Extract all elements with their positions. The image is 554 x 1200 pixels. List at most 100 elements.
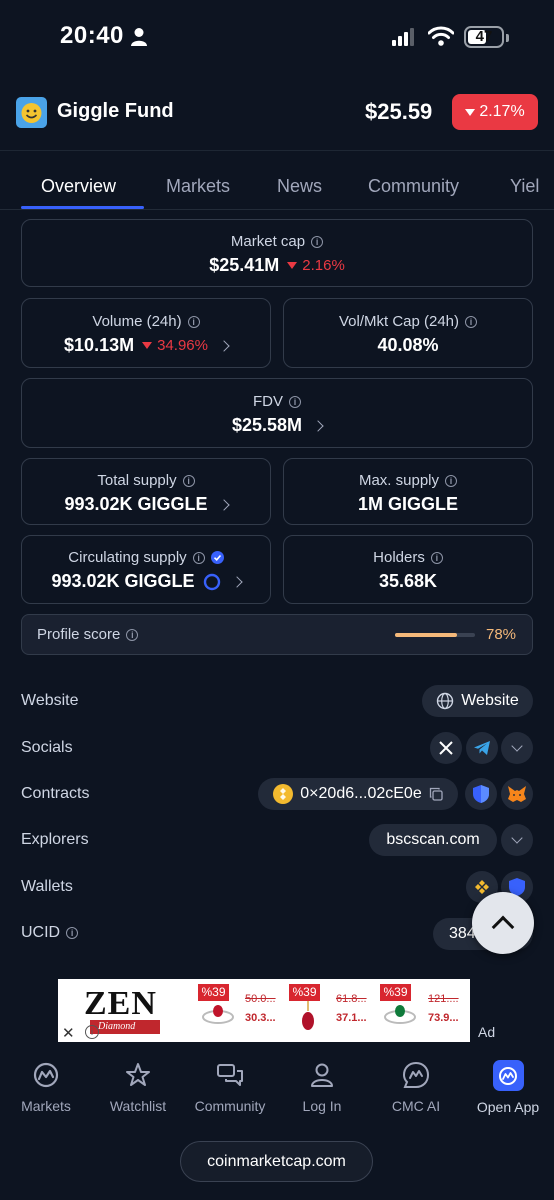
scroll-to-top-button[interactable] (472, 892, 534, 954)
supply-progress-ring-icon (203, 573, 220, 590)
nav-login-label: Log In (302, 1098, 342, 1114)
star-icon (123, 1060, 153, 1090)
fdv-label: FDV (253, 393, 283, 410)
explorers-row-label: Explorers (21, 831, 89, 848)
info-icon[interactable]: i (311, 235, 324, 248)
battery-icon: 47 (464, 26, 509, 48)
ad-close-icon[interactable]: ✕ (62, 1024, 75, 1042)
chevron-up-icon (491, 915, 515, 939)
volume-value: $10.13M (64, 335, 135, 355)
info-icon[interactable]: i (192, 551, 205, 564)
max-supply-value: 1M GIGGLE (357, 494, 458, 514)
ad-old-price: 61.8... (336, 993, 367, 1005)
nav-cmc-ai-label: CMC AI (391, 1098, 441, 1114)
ad-discount-tag: %39 (198, 984, 229, 1001)
nav-community-label: Community (194, 1098, 266, 1114)
fdv-card[interactable]: FDV i $25.58M (21, 378, 533, 448)
profile-score-value: 78% (486, 626, 517, 643)
metamask-icon[interactable] (501, 778, 533, 810)
header-divider (0, 150, 554, 151)
holders-value: 35.68K (378, 571, 438, 591)
market-cap-change: 2.16% (302, 257, 345, 274)
info-icon[interactable]: i (445, 474, 458, 487)
nav-open-app-label: Open App (476, 1099, 540, 1115)
browser-url-bar[interactable]: coinmarketcap.com (180, 1141, 373, 1182)
holders-label: Holders (373, 549, 425, 566)
socials-expand-button[interactable] (501, 732, 533, 764)
ad-brand-sub: Diamond (90, 1020, 160, 1034)
market-cap-label: Market cap (230, 233, 306, 250)
nav-open-app[interactable]: Open App (462, 1060, 554, 1115)
fdv-value: $25.58M (231, 415, 303, 435)
volume-card[interactable]: Volume (24h) i $10.13M 34.96% (21, 298, 271, 368)
ring-product-icon (202, 1005, 234, 1024)
nav-watchlist[interactable]: Watchlist (92, 1060, 184, 1114)
max-supply-label: Max. supply (358, 472, 440, 489)
status-bar: 20:40 47 (0, 0, 554, 80)
copy-icon[interactable] (429, 787, 443, 801)
info-icon[interactable]: i (182, 474, 195, 487)
cmc-ai-icon (401, 1060, 431, 1090)
circulating-supply-value: 993.02K GIGGLE (51, 571, 195, 591)
tab-community[interactable]: Community (368, 176, 459, 197)
telegram-icon[interactable] (466, 732, 498, 764)
x-twitter-icon[interactable] (430, 732, 462, 764)
socials-row-label: Socials (21, 739, 73, 756)
ad-info-icon[interactable]: i (85, 1025, 99, 1039)
status-time: 20:40 (60, 22, 124, 49)
ad-old-price: 50.0... (245, 993, 276, 1005)
user-icon (307, 1060, 337, 1090)
ad-new-price: 73.9... (428, 1012, 459, 1024)
total-supply-value: 993.02K GIGGLE (64, 494, 208, 514)
ad-label: Ad (478, 1024, 496, 1040)
ad-banner[interactable]: ZEN Diamond ✕ i %39 50.0... 30.3... %39 … (58, 979, 470, 1042)
browser-url: coinmarketcap.com (207, 1152, 346, 1170)
profile-score-fill (395, 633, 458, 637)
profile-score-track (395, 633, 475, 637)
globe-icon (437, 692, 454, 710)
tabs-divider (0, 209, 554, 210)
tab-markets[interactable]: Markets (166, 176, 230, 197)
chevron-right-icon (218, 339, 230, 352)
nav-login[interactable]: Log In (276, 1060, 368, 1114)
explorer-button-label: bscscan.com (386, 831, 480, 848)
app-icon (492, 1060, 524, 1091)
coin-logo-icon (16, 97, 47, 128)
ad-discount-tag: %39 (289, 984, 320, 1001)
tab-yield[interactable]: Yiel (510, 176, 539, 197)
tab-news[interactable]: News (277, 176, 322, 197)
chevron-down-icon (511, 740, 523, 752)
ad-brand: ZEN (84, 985, 157, 1022)
info-icon[interactable]: i (187, 315, 200, 328)
nav-community[interactable]: Community (184, 1060, 276, 1114)
total-supply-card[interactable]: Total supply i 993.02K GIGGLE (21, 458, 271, 525)
explorers-expand-button[interactable] (501, 824, 533, 856)
info-icon[interactable]: i (66, 927, 79, 939)
shield-verify-icon[interactable] (465, 778, 497, 810)
info-icon[interactable]: i (126, 628, 139, 641)
circulating-supply-card[interactable]: Circulating supply i 993.02K GIGGLE (21, 535, 271, 604)
max-supply-card: Max. supply i 1M GIGGLE (283, 458, 533, 525)
ucid-row: UCID i (21, 924, 79, 942)
chat-bubbles-icon (215, 1060, 245, 1090)
down-arrow-icon (287, 262, 298, 269)
pendant-product-icon (302, 1001, 314, 1030)
nav-cmc-ai[interactable]: CMC AI (370, 1060, 462, 1114)
ad-old-price: 121.... (428, 993, 459, 1005)
market-cap-card: Market cap i $25.41M 2.16% (21, 219, 533, 287)
info-icon[interactable]: i (465, 315, 478, 328)
coin-name: Giggle Fund (57, 100, 174, 122)
volume-change: 34.96% (157, 337, 208, 354)
profile-score-bar[interactable]: Profile score i 78% (21, 614, 533, 655)
vol-mkt-cap-label: Vol/Mkt Cap (24h) (338, 313, 460, 330)
explorer-button[interactable]: bscscan.com (369, 824, 497, 856)
battery-level: 47 (475, 28, 493, 45)
cellular-signal-icon (392, 28, 416, 46)
info-icon[interactable]: i (430, 551, 443, 564)
vol-mkt-cap-value: 40.08% (377, 335, 439, 355)
contract-address-button[interactable]: 0×20d6...02cE0e (258, 778, 458, 810)
website-button[interactable]: Website (422, 685, 533, 717)
info-icon[interactable]: i (289, 395, 301, 408)
nav-markets[interactable]: Markets (0, 1060, 92, 1114)
tab-overview[interactable]: Overview (41, 176, 116, 197)
